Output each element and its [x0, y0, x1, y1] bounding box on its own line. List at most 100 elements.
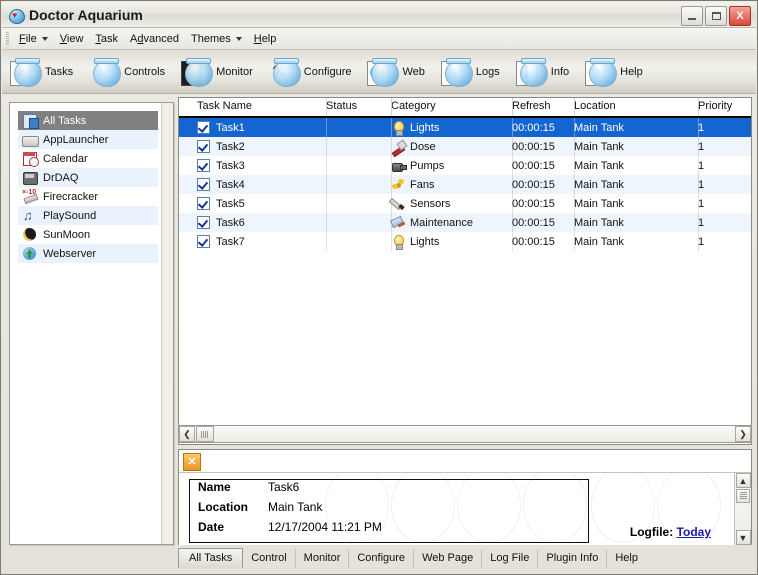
table-row[interactable]: Task5 Sensors 00:00:15 Main Tank 1: [179, 194, 751, 213]
scroll-left-button[interactable]: ❮: [179, 426, 195, 442]
sidebar-item-all-tasks[interactable]: All Tasks: [18, 111, 158, 130]
task-name-label: Task7: [216, 235, 245, 248]
menu-task[interactable]: Task: [89, 31, 124, 47]
cell-task-name[interactable]: Task7: [179, 235, 326, 248]
cell-priority: 1: [698, 235, 705, 248]
tab-all-tasks[interactable]: All Tasks: [178, 548, 244, 568]
plugin-sidebar: All Tasks AppLauncher Calendar DrDAQ ×-10 Fir…: [9, 102, 174, 545]
sidebar-item-sunmoon[interactable]: SunMoon: [18, 225, 158, 244]
table-row[interactable]: Task7 Lights 00:00:15 Main Tank 1: [179, 232, 751, 251]
bottom-tab-strip: All Tasks Control Monitor Configure Web Page…: [178, 547, 752, 568]
hscroll-thumb[interactable]: [196, 426, 214, 442]
tab-help[interactable]: Help: [607, 549, 646, 568]
cell-task-name[interactable]: Task3: [179, 159, 326, 172]
detail-row-location: Location Main Tank: [190, 500, 588, 520]
cell-task-name[interactable]: Task1: [179, 121, 326, 134]
minimize-button[interactable]: [681, 6, 703, 26]
toolbar-button-label: Monitor: [216, 65, 253, 78]
toolbar-button-web[interactable]: 🌎Web: [359, 57, 432, 87]
sidebar-scrollbar[interactable]: [161, 103, 173, 544]
table-row[interactable]: Task2 Dose 00:00:15 Main Tank 1: [179, 137, 751, 157]
detail-row-date: Date 12/17/2004 11:21 PM: [190, 520, 588, 540]
menu-advanced[interactable]: Advanced: [124, 31, 185, 47]
table-row[interactable]: Task1 Lights 00:00:15 Main Tank 1: [179, 118, 751, 137]
sidebar-item-label: DrDAQ: [43, 171, 79, 184]
column-divider[interactable]: [326, 98, 327, 116]
detail-vscrollbar[interactable]: ▲ ▼: [734, 473, 751, 545]
task-name-label: Task4: [216, 178, 245, 191]
application-window: ♥ Doctor Aquarium X File View Task Advan…: [0, 0, 758, 575]
toolbar-button-info[interactable]: iInfo: [508, 57, 577, 87]
task-list-hscrollbar[interactable]: ❮ ❯: [178, 425, 752, 443]
column-divider[interactable]: [512, 98, 513, 116]
maximize-button[interactable]: [705, 6, 727, 26]
menu-themes[interactable]: Themes: [185, 31, 248, 47]
column-header-priority[interactable]: Priority: [698, 100, 732, 112]
column-divider[interactable]: [574, 98, 575, 116]
cell-task-name[interactable]: Task2: [179, 140, 326, 153]
cell-task-name[interactable]: Task6: [179, 216, 326, 229]
column-header-category[interactable]: Category: [391, 100, 436, 112]
sidebar-item-label: SunMoon: [43, 228, 91, 241]
column-header-status[interactable]: Status: [326, 100, 357, 112]
row-checkbox[interactable]: [197, 235, 210, 248]
scroll-right-button[interactable]: ❯: [735, 426, 751, 442]
close-icon[interactable]: ✕: [183, 453, 201, 471]
fan-icon: [391, 177, 405, 192]
row-checkbox[interactable]: [197, 216, 210, 229]
tab-plugin-info[interactable]: Plugin Info: [538, 549, 608, 568]
menu-grip-icon[interactable]: [6, 31, 9, 46]
logfile-row: Logfile: Today: [630, 525, 711, 539]
vscroll-thumb[interactable]: [736, 489, 750, 503]
cell-refresh: 00:00:15: [512, 178, 555, 191]
tab-web-page[interactable]: Web Page: [414, 549, 483, 568]
toolbar-button-monitor[interactable]: ∿Monitor: [173, 57, 261, 87]
table-row[interactable]: Task4 Fans 00:00:15 Main Tank 1: [179, 175, 751, 194]
sidebar-item-label: PlaySound: [43, 209, 97, 222]
row-checkbox[interactable]: [197, 121, 210, 134]
scroll-up-button[interactable]: ▲: [735, 473, 751, 488]
sidebar-item-applauncher[interactable]: AppLauncher: [18, 130, 158, 149]
cell-category: Maintenance: [389, 215, 512, 230]
column-header-location[interactable]: Location: [574, 100, 616, 112]
scroll-down-button[interactable]: ▼: [735, 530, 751, 545]
toolbar-button-logs[interactable]: ▤Logs: [433, 57, 508, 87]
logfile-link[interactable]: Today: [677, 525, 711, 539]
toolbar-button-tasks[interactable]: ✓Tasks: [2, 57, 81, 87]
menu-file[interactable]: File: [13, 31, 54, 47]
menu-help[interactable]: Help: [248, 31, 283, 47]
sidebar-item-webserver[interactable]: Webserver: [18, 244, 158, 263]
cell-task-name[interactable]: Task5: [179, 197, 326, 210]
toolbar-button-controls[interactable]: ⚘Controls: [81, 57, 173, 87]
sidebar-item-calendar[interactable]: Calendar: [18, 149, 158, 168]
column-divider[interactable]: [391, 98, 392, 116]
tab-configure[interactable]: Configure: [349, 549, 415, 568]
close-button[interactable]: X: [729, 6, 751, 26]
row-checkbox[interactable]: [197, 178, 210, 191]
row-checkbox[interactable]: [197, 140, 210, 153]
tab-log-file[interactable]: Log File: [482, 549, 539, 568]
window-controls: X: [681, 6, 751, 26]
row-checkbox[interactable]: [197, 197, 210, 210]
firecracker-x10-icon: ×-10: [22, 189, 39, 205]
menu-view[interactable]: View: [54, 31, 90, 47]
cell-task-name[interactable]: Task4: [179, 178, 326, 191]
sidebar-item-playsound[interactable]: ♫ PlaySound: [18, 206, 158, 225]
logfile-label: Logfile:: [629, 525, 674, 539]
info-icon: i: [515, 57, 548, 87]
tab-control[interactable]: Control: [243, 549, 296, 568]
column-header-refresh[interactable]: Refresh: [512, 100, 551, 112]
task-name-label: Task6: [216, 216, 245, 229]
table-row[interactable]: Task3 Pumps 00:00:15 Main Tank 1: [179, 156, 751, 175]
sidebar-item-firecracker[interactable]: ×-10 Firecracker: [18, 187, 158, 206]
toolbar-button-configure[interactable]: ⚒Configure: [261, 57, 360, 87]
cell-location: Main Tank: [574, 121, 624, 134]
table-row[interactable]: Task6 Maintenance 00:00:15 Main Tank 1: [179, 213, 751, 232]
row-checkbox[interactable]: [197, 159, 210, 172]
sidebar-item-drdaq[interactable]: DrDAQ: [18, 168, 158, 187]
task-list-rows: Task1 Lights 00:00:15 Main Tank 1 Task2 Dose 00…: [179, 118, 751, 251]
toolbar-button-help[interactable]: ?Help: [577, 57, 651, 87]
tab-monitor[interactable]: Monitor: [296, 549, 350, 568]
column-divider[interactable]: [698, 98, 699, 116]
column-header-task-name[interactable]: Task Name: [197, 100, 252, 112]
